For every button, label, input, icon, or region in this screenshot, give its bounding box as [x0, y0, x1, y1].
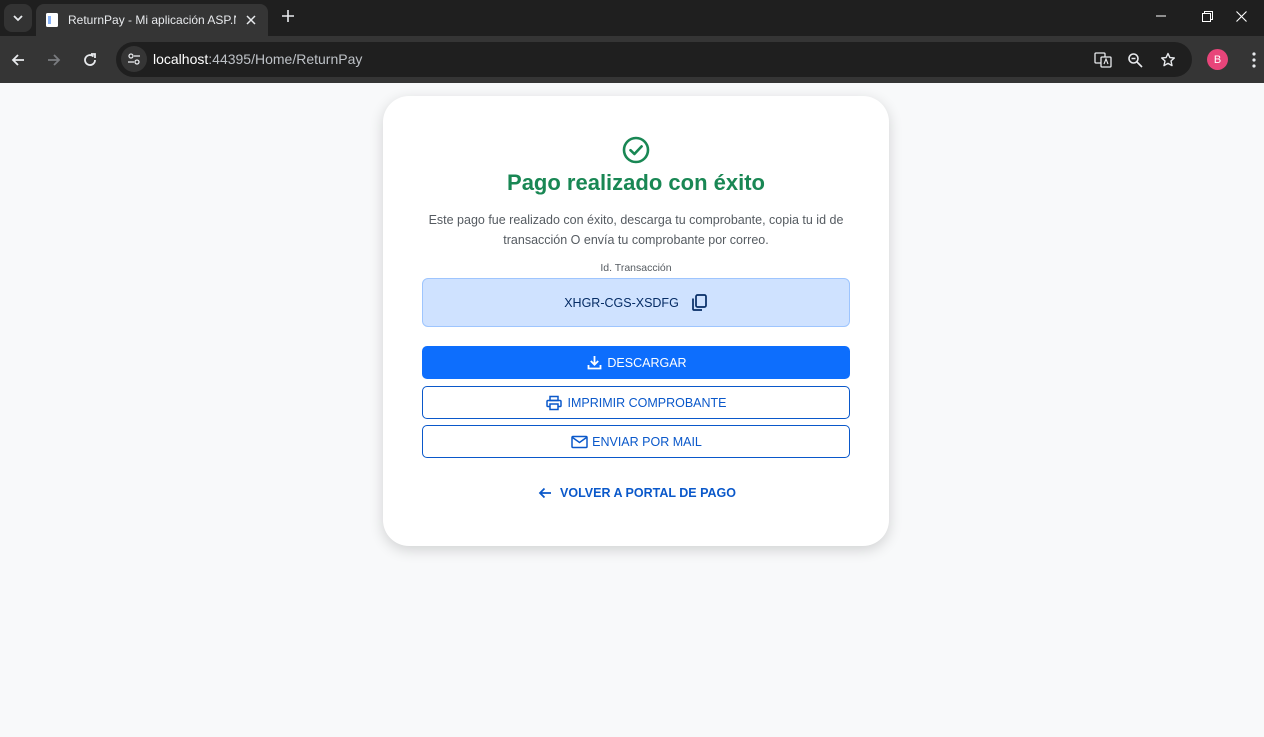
check-circle-icon	[622, 136, 650, 164]
download-label: DESCARGAR	[607, 355, 687, 370]
tab-strip: ReturnPay - Mi aplicación ASP.NET	[0, 0, 1264, 36]
reload-icon	[84, 53, 96, 66]
back-label: VOLVER A PORTAL DE PAGO	[560, 486, 736, 500]
close-window-button[interactable]	[1218, 0, 1264, 32]
send-mail-button[interactable]: ENVIAR POR MAIL	[422, 425, 850, 458]
copy-icon	[691, 294, 707, 311]
url-path: :44395/Home/ReturnPay	[208, 51, 363, 67]
forward-button[interactable]	[40, 46, 68, 74]
active-tab[interactable]: ReturnPay - Mi aplicación ASP.NET	[36, 4, 268, 36]
restore-icon	[1201, 10, 1213, 22]
url-host: localhost	[153, 51, 209, 67]
close-icon	[246, 15, 256, 25]
download-button[interactable]: DESCARGAR	[422, 346, 850, 379]
page-title: Pago realizado con éxito	[507, 170, 765, 195]
zoom-icon	[1128, 53, 1143, 68]
site-info-button[interactable]	[121, 46, 147, 72]
site-info-icon	[128, 53, 140, 65]
address-bar[interactable]: localhost:44395/Home/ReturnPay	[116, 42, 1192, 77]
browser-menu-button[interactable]	[1244, 48, 1264, 72]
copy-button[interactable]	[690, 294, 708, 312]
payment-success-card: Pago realizado con éxito Este pago fue r…	[383, 96, 889, 546]
back-to-portal-link[interactable]: VOLVER A PORTAL DE PAGO	[383, 484, 889, 502]
back-button[interactable]	[4, 46, 32, 74]
profile-avatar[interactable]: B	[1207, 49, 1228, 70]
back-icon	[11, 54, 24, 66]
url-text: localhost:44395/Home/ReturnPay	[153, 51, 362, 67]
description-text: Este pago fue realizado con éxito, desca…	[428, 213, 844, 247]
tab-title: ReturnPay - Mi aplicación ASP.NET	[68, 13, 236, 27]
download-icon	[585, 354, 603, 372]
arrow-left-icon	[536, 484, 554, 502]
translate-button[interactable]	[1092, 49, 1114, 71]
minimize-button[interactable]	[1138, 0, 1184, 32]
transaction-id: XHGR-CGS-XSDFG	[564, 295, 679, 310]
reload-button[interactable]	[76, 46, 104, 74]
bookmark-button[interactable]	[1157, 49, 1179, 71]
new-tab-button[interactable]	[277, 5, 299, 27]
tab-search-button[interactable]	[4, 4, 32, 32]
plus-icon	[282, 10, 294, 22]
translate-icon	[1094, 52, 1112, 68]
mail-label: ENVIAR POR MAIL	[592, 434, 702, 449]
zoom-button[interactable]	[1124, 49, 1146, 71]
print-receipt-button[interactable]: IMPRIMIR COMPROBANTE	[422, 386, 850, 419]
menu-dots-icon	[1252, 52, 1256, 68]
envelope-icon	[570, 433, 588, 451]
forward-icon	[48, 54, 61, 66]
close-icon	[1235, 10, 1247, 22]
minimize-icon	[1156, 15, 1166, 17]
bookmark-star-icon	[1161, 52, 1175, 67]
transaction-id-box: XHGR-CGS-XSDFG	[422, 278, 850, 327]
close-tab-button[interactable]	[242, 11, 260, 29]
page-icon	[44, 12, 60, 28]
print-label: IMPRIMIR COMPROBANTE	[567, 395, 727, 410]
tab-search-icon	[13, 15, 23, 22]
printer-icon	[545, 394, 563, 412]
transaction-label: Id. Transacción	[600, 262, 672, 274]
browser-toolbar: localhost:44395/Home/ReturnPay	[0, 36, 1264, 83]
